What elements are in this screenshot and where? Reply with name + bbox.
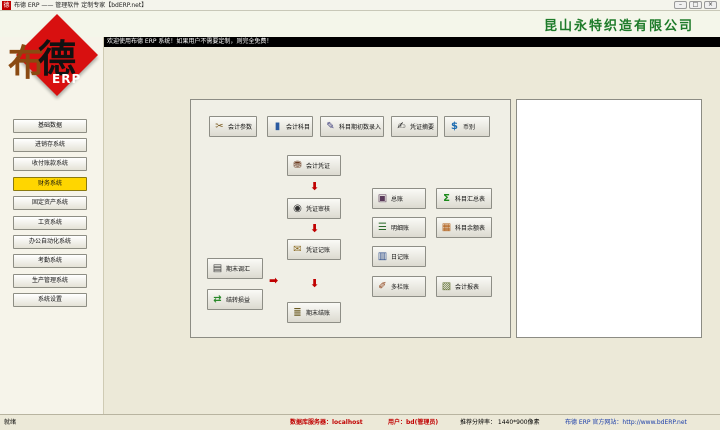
sidebar-item-settings[interactable]: 系统设置 [13, 293, 87, 307]
accounting-report-button[interactable]: ▧ 会计报表 [436, 276, 492, 297]
balance-icon: ▦ [441, 222, 452, 233]
period-close-button[interactable]: ≣ 期末结账 [287, 302, 341, 323]
stamp-icon: ⛃ [293, 160, 302, 171]
sidebar-item-office-automation[interactable]: 办公自动化系统 [13, 235, 87, 249]
currency-button[interactable]: $ 币别 [444, 116, 490, 137]
tools-icon: ✂ [215, 121, 224, 132]
arrow-down-icon: ⬇ [310, 277, 320, 290]
status-resolution: 推荐分辨率： 1440*900像素 [460, 419, 540, 426]
general-ledger-button[interactable]: ▣ 总账 [372, 188, 426, 209]
pen-icon: ✎ [326, 121, 335, 132]
status-bar: 就绪 数据库服务器：localhost 用户：bd(管理员) 推荐分辨率： 14… [0, 414, 720, 430]
transfer-icon: ⇄ [213, 294, 222, 305]
journal-button[interactable]: ▥ 日记账 [372, 246, 426, 267]
status-state: 就绪 [4, 419, 17, 426]
detail-ledger-button[interactable]: ☰ 明细账 [372, 217, 426, 238]
sidebar-item-attendance[interactable]: 考勤系统 [13, 254, 87, 268]
report-icon: ▧ [441, 281, 452, 292]
opening-balance-button[interactable]: ✎ 科目期初数录入 [320, 116, 384, 137]
ledger-book-icon: ▣ [377, 193, 388, 204]
subject-balance-button[interactable]: ▦ 科目余额表 [436, 217, 492, 238]
window-title: 布德 ERP —— 管理软件 定制专家【bdERP.net】 [14, 2, 148, 9]
seal-icon: ◉ [293, 203, 302, 214]
welcome-banner: 欢迎使用布德 ERP 系统！如果用户不需要定制，则完全免费！ [104, 37, 720, 47]
calendar-icon: ▥ [377, 251, 388, 262]
sigma-icon: Σ [443, 193, 450, 204]
status-website[interactable]: 布德 ERP 官方网站：http://www.bdERP.net [565, 416, 687, 430]
close-button[interactable]: × [704, 1, 717, 9]
finance-flow-panel: ✂ 会计参数 ▮ 会计科目 ✎ 科目期初数录入 ✍ 凭证摘要 $ 币别 ⛃ 会计… [190, 99, 511, 338]
sidebar-item-basic-data[interactable]: 基础数据 [13, 119, 87, 133]
list-icon: ☰ [378, 222, 387, 233]
info-panel [516, 99, 702, 338]
logo-erp-text: ERP [52, 72, 82, 86]
arrow-down-icon: ⬇ [310, 222, 320, 235]
minimize-button[interactable]: – [674, 1, 687, 9]
posting-icon: ✉ [293, 244, 302, 255]
maximize-button[interactable]: □ [689, 1, 702, 9]
multi-column-button[interactable]: ✐ 多栏账 [372, 276, 426, 297]
account-subjects-button[interactable]: ▮ 会计科目 [267, 116, 313, 137]
company-name: 昆山永特织造有限公司 [543, 19, 694, 34]
window-controls: – □ × [674, 1, 717, 9]
voucher-summary-button[interactable]: ✍ 凭证摘要 [391, 116, 438, 137]
sidebar-item-inventory[interactable]: 进销存系统 [13, 138, 87, 152]
status-user: 用户：bd(管理员) [388, 419, 439, 426]
voucher-posting-button[interactable]: ✉ 凭证记账 [287, 239, 341, 260]
sidebar-item-finance[interactable]: 财务系统 [13, 177, 87, 191]
accounting-voucher-button[interactable]: ⛃ 会计凭证 [287, 155, 341, 176]
app-logo: 布 德 ERP [8, 13, 100, 110]
stack-icon: ≣ [293, 307, 302, 318]
voucher-audit-button[interactable]: ◉ 凭证审核 [287, 198, 341, 219]
sidebar-item-production[interactable]: 生产管理系统 [13, 274, 87, 288]
period-adjust-button[interactable]: ▤ 期末调汇 [207, 258, 263, 279]
arrow-right-icon: ➡ [269, 274, 279, 287]
window-titlebar: 德 布德 ERP —— 管理软件 定制专家【bdERP.net】 – □ × [0, 0, 720, 11]
subject-summary-button[interactable]: Σ 科目汇总表 [436, 188, 492, 209]
sidebar-item-payroll[interactable]: 工资系统 [13, 216, 87, 230]
dollar-icon: $ [451, 121, 458, 132]
arrow-down-icon: ⬇ [310, 180, 320, 193]
sidebar-item-fixed-assets[interactable]: 固定资产系统 [13, 196, 87, 210]
columns-icon: ✐ [378, 281, 387, 292]
app-icon: 德 [2, 1, 11, 10]
document-edit-icon: ✍ [397, 121, 406, 132]
app-header: 昆山永特织造有限公司 [0, 11, 720, 37]
sidebar-item-receivables[interactable]: 收付账款系统 [13, 157, 87, 171]
status-db-server: 数据库服务器：localhost [290, 419, 363, 426]
ledger-icon: ▤ [212, 263, 223, 274]
books-icon: ▮ [274, 121, 281, 132]
carry-forward-button[interactable]: ⇄ 结转损益 [207, 289, 263, 310]
accounting-params-button[interactable]: ✂ 会计参数 [209, 116, 257, 137]
